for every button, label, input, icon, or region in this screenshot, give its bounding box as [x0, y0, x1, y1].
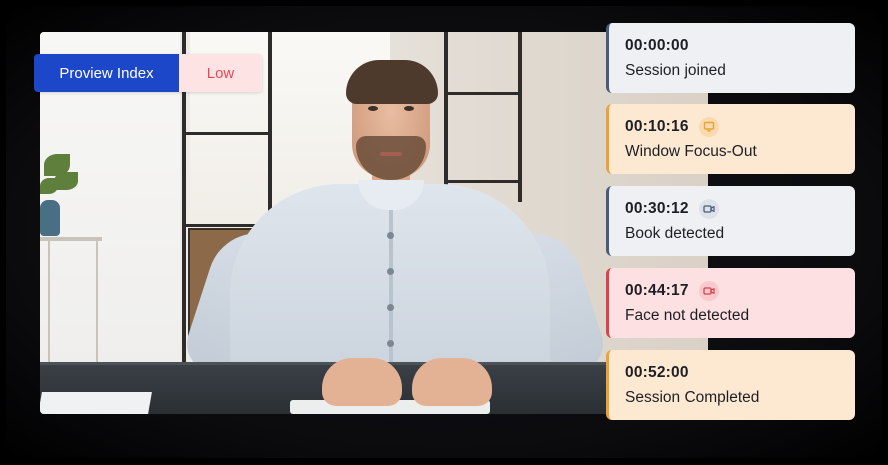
event-label: Session Completed — [625, 389, 760, 406]
shelf-board — [444, 180, 520, 183]
person-eye — [368, 106, 378, 111]
event-card[interactable]: 00:44:17 Face not detected — [606, 268, 855, 338]
person-hand-left — [322, 358, 402, 406]
person-hair — [346, 60, 438, 104]
video-camera-icon — [698, 281, 719, 301]
event-label: Book detected — [625, 225, 725, 242]
shirt-button — [387, 232, 394, 239]
proview-index-label: Proview Index — [34, 54, 179, 92]
plant-vase — [40, 200, 60, 236]
plant-leaf — [40, 178, 58, 194]
shirt-button — [387, 268, 394, 275]
person-brow — [400, 98, 418, 102]
person-eye — [404, 106, 414, 111]
shirt-button — [387, 304, 394, 311]
event-card[interactable]: 00:52:00 Session Completed — [606, 350, 855, 420]
proview-index-value: Low — [179, 54, 262, 92]
event-time: 00:30:12 — [625, 200, 689, 217]
event-label: Face not detected — [625, 307, 750, 324]
shelf-post — [518, 32, 522, 202]
event-card[interactable]: 00:00:00 Session joined — [606, 23, 855, 93]
event-time: 00:00:00 — [625, 37, 689, 54]
person-brow — [364, 98, 382, 102]
event-time: 00:44:17 — [625, 282, 689, 299]
paper-sheet — [40, 392, 152, 414]
event-label: Session joined — [625, 62, 726, 79]
shelf-board — [182, 132, 272, 135]
shelf-post — [444, 32, 448, 202]
event-card[interactable]: 00:30:12 Book detected — [606, 186, 855, 256]
shelf-board — [444, 92, 520, 95]
shirt-button — [387, 340, 394, 347]
person-mouth — [380, 152, 402, 156]
person-hand-right — [412, 358, 492, 406]
event-time: 00:10:16 — [625, 118, 689, 135]
proview-index-badge: Proview Index Low — [34, 54, 262, 92]
event-time: 00:52:00 — [625, 364, 689, 381]
video-camera-icon — [698, 199, 719, 219]
monitor-icon — [698, 117, 719, 137]
event-label: Window Focus-Out — [625, 143, 757, 160]
shirt-placket — [389, 202, 393, 382]
event-card[interactable]: 00:10:16 Window Focus-Out — [606, 104, 855, 174]
